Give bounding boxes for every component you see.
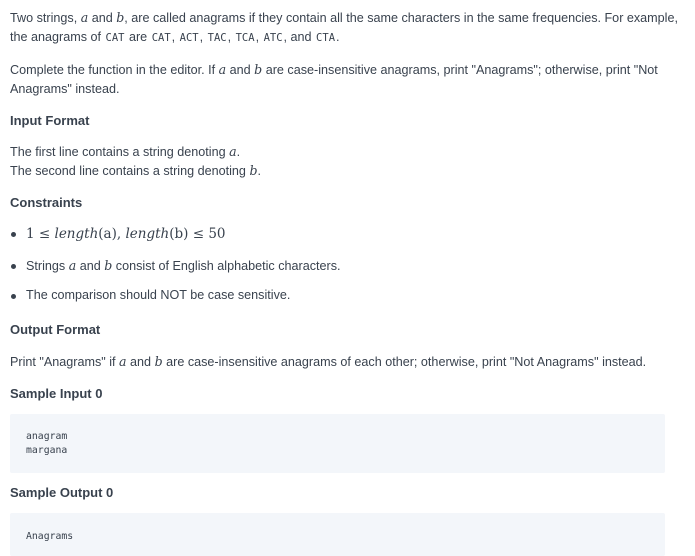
math-fifty: 50 (208, 226, 226, 242)
bullet-icon (11, 294, 16, 299)
var-a: a (229, 144, 237, 159)
task-text-1: Complete the function in the editor. If (10, 63, 219, 77)
period: . (257, 164, 262, 178)
output-format-heading: Output Format (10, 322, 101, 337)
inline-code-tac: TAC (207, 32, 227, 44)
sample-input-line-2: margana (26, 445, 68, 456)
intro-text-2: and (88, 11, 117, 25)
var-a: a (218, 62, 227, 77)
math-paren-b: (b) (169, 226, 189, 242)
constraint-2-text-2: and (76, 259, 105, 273)
intro-paragraph: Two strings, a and b, are called anagram… (10, 8, 685, 48)
inline-code-tca: TCA (235, 32, 255, 44)
constraint-3-text: The comparison should NOT be case sensit… (26, 288, 291, 302)
output-text-1: Print "Anagrams" if (10, 355, 120, 369)
bullet-icon (11, 232, 16, 237)
bullet-icon (11, 264, 16, 269)
inline-code-act: ACT (179, 32, 199, 44)
separator: , (199, 30, 207, 44)
inline-code-cat: CAT (151, 32, 171, 44)
var-b: b (249, 163, 258, 178)
inline-code-cat: CAT (105, 32, 125, 44)
math-length-a: length (54, 226, 99, 242)
sample-input-heading: Sample Input 0 (10, 386, 103, 401)
constraint-length: 1 ≤ length(a), length(b) ≤ 50 (10, 224, 685, 244)
sample-output-line-1: Anagrams (26, 531, 74, 542)
sample-input-codeblock: anagram margana (10, 414, 665, 473)
task-paragraph: Complete the function in the editor. If … (10, 60, 685, 99)
constraints-list-3: The comparison should NOT be case sensit… (10, 286, 685, 305)
input-line-1-text: The first line contains a string denotin… (10, 145, 230, 159)
task-text-2: and (226, 63, 255, 77)
inline-code-cta: CTA (316, 32, 336, 44)
constraint-2-text-3: consist of English alphabetic characters… (112, 259, 341, 273)
separator: , (255, 30, 263, 44)
constraints-heading: Constraints (10, 195, 83, 210)
constraint-2-text-1: Strings (26, 259, 69, 273)
input-line-2-text: The second line contains a string denoti… (10, 164, 250, 178)
math-paren-a: (a) (98, 226, 117, 242)
sample-output-codeblock: Anagrams (10, 513, 665, 556)
input-format-line-1: The first line contains a string denotin… (10, 142, 685, 162)
output-format-text: Print "Anagrams" if a and b are case-ins… (10, 352, 685, 372)
constraint-case: The comparison should NOT be case sensit… (10, 286, 685, 305)
constraints-list: 1 ≤ length(a), length(b) ≤ 50 (10, 224, 685, 244)
math-le: ≤ (34, 226, 55, 242)
constraints-list-2: Strings a and b consist of English alpha… (10, 256, 685, 276)
output-text-2: and (126, 355, 155, 369)
sample-input-line-1: anagram (26, 431, 68, 442)
intro-text-4: are (125, 30, 151, 44)
math-one: 1 (26, 226, 35, 242)
separator: , (171, 30, 179, 44)
input-format-heading: Input Format (10, 113, 90, 128)
constraint-alphabetic: Strings a and b consist of English alpha… (10, 256, 685, 276)
var-a: a (119, 354, 127, 369)
math-le: ≤ (188, 226, 209, 242)
separator: , (227, 30, 235, 44)
var-b: b (254, 62, 263, 77)
intro-text-6: . (336, 30, 340, 44)
intro-text-1: Two strings, (10, 11, 81, 25)
output-text-3: are case-insensitive anagrams of each ot… (162, 355, 647, 369)
intro-text-5: , and (283, 30, 316, 44)
input-format-line-2: The second line contains a string denoti… (10, 161, 685, 181)
inline-code-atc: ATC (263, 32, 283, 44)
sample-output-heading: Sample Output 0 (10, 485, 114, 500)
period: . (236, 145, 241, 159)
var-b: b (154, 354, 163, 369)
problem-statement: Two strings, a and b, are called anagram… (0, 0, 695, 556)
math-length-b: length (125, 226, 170, 242)
